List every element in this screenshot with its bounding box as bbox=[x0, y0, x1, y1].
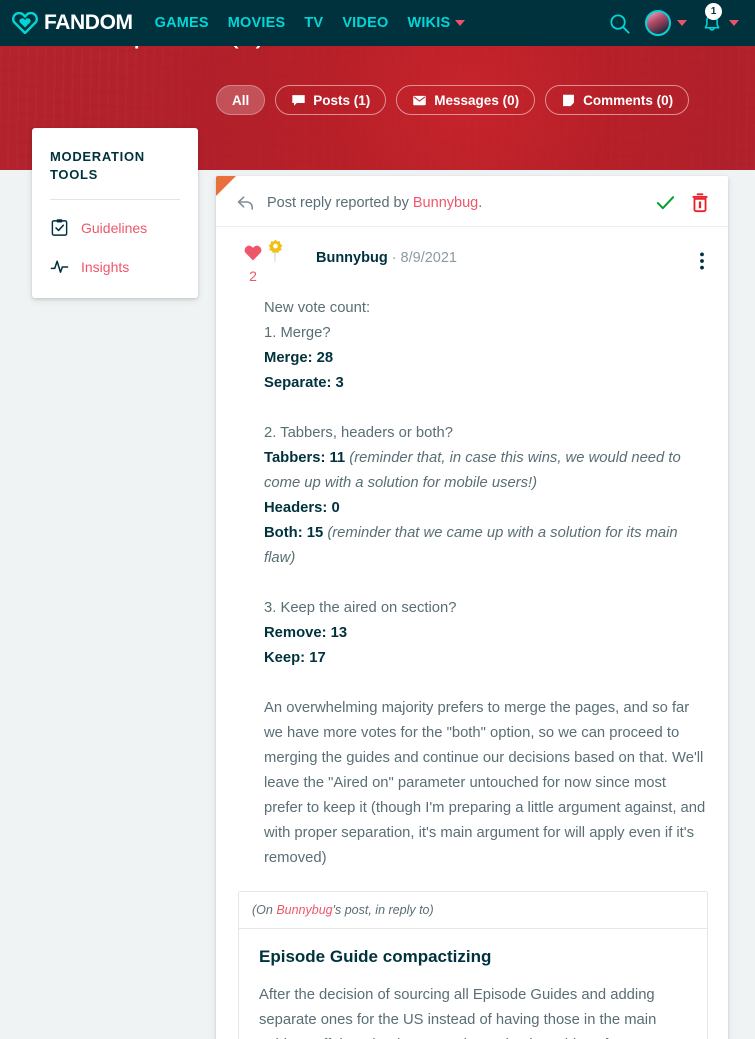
nav-link-wikis[interactable]: WIKIS bbox=[407, 15, 466, 31]
chevron-down-icon bbox=[677, 20, 687, 26]
filter-tab-comments[interactable]: Comments (0) bbox=[545, 85, 690, 115]
post-timestamp: 8/9/2021 bbox=[400, 250, 457, 266]
filter-tab-posts[interactable]: Posts (1) bbox=[275, 85, 387, 115]
upvote-group[interactable]: 2 bbox=[238, 243, 268, 284]
quoted-post-title[interactable]: Episode Guide compactizing bbox=[259, 947, 687, 967]
more-options-icon bbox=[700, 252, 704, 270]
sidebar-divider bbox=[50, 199, 180, 201]
post-line: 2. Tabbers, headers or both? bbox=[264, 425, 453, 441]
sidebar-item-insights-label: Insights bbox=[81, 258, 130, 275]
pulse-chart-icon bbox=[50, 260, 69, 274]
fandom-wordmark: FANDOM bbox=[44, 11, 133, 34]
fandom-heart-icon bbox=[12, 12, 38, 34]
nav-link-games-label: GAMES bbox=[154, 15, 209, 31]
user-avatar bbox=[645, 10, 671, 36]
reply-arrow-icon bbox=[237, 195, 253, 210]
filter-tab-posts-label: Posts (1) bbox=[313, 92, 371, 108]
quote-head-username[interactable]: Bunnybug bbox=[276, 903, 332, 917]
nav-link-wikis-label: WIKIS bbox=[407, 15, 451, 31]
chevron-down-icon bbox=[729, 20, 739, 26]
nav-links: GAMES MOVIES TV VIDEO WIKIS bbox=[155, 15, 466, 31]
post-line: Remove: 13 bbox=[264, 625, 348, 641]
moderation-tools-sidebar: MODERATION TOOLS Guidelines Insights bbox=[32, 128, 198, 299]
trash-icon bbox=[692, 193, 708, 213]
sidebar-title: MODERATION TOOLS bbox=[50, 149, 145, 182]
unreviewed-flag-icon bbox=[216, 176, 236, 196]
post-line: Keep: 17 bbox=[264, 650, 326, 666]
approve-button[interactable] bbox=[655, 192, 676, 213]
sidebar-item-guidelines[interactable]: Guidelines bbox=[50, 218, 180, 237]
post-line: Headers: 0 bbox=[264, 500, 340, 516]
author-avatar-wrapper[interactable] bbox=[268, 239, 306, 277]
quoted-post: (On Bunnybug's post, in reply to) Episod… bbox=[238, 891, 708, 1039]
sidebar-item-guidelines-label: Guidelines bbox=[81, 219, 148, 236]
report-actions bbox=[655, 192, 710, 213]
report-header-prefix: Post reply reported by bbox=[267, 194, 413, 211]
nav-link-movies-label: MOVIES bbox=[227, 15, 286, 31]
comment-icon bbox=[563, 94, 575, 106]
filter-tab-messages[interactable]: Messages (0) bbox=[396, 85, 536, 115]
quote-head-suffix: 's post, in reply to) bbox=[332, 903, 434, 917]
post-body: New vote count: 1. Merge? Merge: 28 Sepa… bbox=[216, 284, 728, 871]
chevron-down-icon bbox=[455, 20, 466, 26]
more-options-button[interactable] bbox=[700, 243, 710, 275]
post-author-row: 2 Bunnybug · 8/9/2021 bbox=[216, 227, 728, 284]
post-line-bold: Both: 15 bbox=[264, 525, 324, 541]
post-line: Tabbers: 11 (reminder that, in case this… bbox=[264, 446, 708, 496]
nav-link-movies[interactable]: MOVIES bbox=[228, 15, 286, 31]
nav-right-group: 1 bbox=[608, 2, 743, 36]
post-line: Merge: 28 bbox=[264, 350, 334, 366]
filter-tab-messages-label: Messages (0) bbox=[434, 92, 520, 108]
quoted-post-header: (On Bunnybug's post, in reply to) bbox=[239, 892, 707, 929]
quoted-post-text: After the decision of sourcing all Episo… bbox=[259, 987, 657, 1039]
filter-tab-all-label: All bbox=[232, 92, 250, 108]
quoted-post-body: Episode Guide compactizing After the dec… bbox=[239, 929, 707, 1039]
quote-head-prefix: (On bbox=[252, 903, 277, 917]
notification-count-badge: 1 bbox=[705, 2, 722, 20]
post-line: New vote count: bbox=[264, 300, 371, 316]
checkmark-icon bbox=[656, 196, 675, 210]
nav-link-video-label: VIDEO bbox=[342, 15, 389, 31]
post-line-bold: Tabbers: 11 bbox=[264, 450, 346, 466]
post-line: 3. Keep the aired on section? bbox=[264, 600, 457, 616]
fandom-logo[interactable]: FANDOM bbox=[12, 11, 133, 35]
report-filter-tabs: All Posts (1) Messages (0) Comments (0) bbox=[216, 85, 690, 115]
author-name[interactable]: Bunnybug bbox=[316, 250, 388, 266]
sidebar-item-insights[interactable]: Insights bbox=[50, 257, 180, 276]
report-header-username[interactable]: Bunnybug bbox=[413, 195, 478, 211]
notifications-menu[interactable]: 1 bbox=[701, 2, 739, 35]
post-line: Both: 15 (reminder that we came up with … bbox=[264, 521, 708, 571]
post-icon bbox=[292, 94, 305, 106]
post-line: An overwhelming majority prefers to merg… bbox=[264, 700, 706, 866]
reported-post-card: Post reply reported by Bunnybug. 2 Bunny… bbox=[216, 176, 728, 1039]
clipboard-check-icon bbox=[51, 219, 68, 236]
nav-link-tv-label: TV bbox=[304, 15, 324, 31]
global-navigation-bar: FANDOM GAMES MOVIES TV VIDEO WIKIS 1 bbox=[0, 0, 755, 46]
nav-link-video[interactable]: VIDEO bbox=[342, 15, 388, 31]
star-badge-icon bbox=[268, 239, 283, 254]
post-line-italic: (reminder that we came up with a solutio… bbox=[264, 525, 678, 566]
filter-tab-comments-label: Comments (0) bbox=[583, 92, 674, 108]
report-header: Post reply reported by Bunnybug. bbox=[216, 176, 728, 227]
user-avatar-menu[interactable] bbox=[645, 10, 687, 36]
nav-link-games[interactable]: GAMES bbox=[155, 15, 209, 31]
upvote-count: 2 bbox=[249, 268, 257, 284]
message-icon bbox=[413, 95, 427, 105]
report-header-text: Post reply reported by Bunnybug. bbox=[267, 195, 655, 211]
report-header-suffix: . bbox=[478, 194, 483, 211]
author-meta: Bunnybug · 8/9/2021 bbox=[316, 243, 457, 266]
nav-link-tv[interactable]: TV bbox=[304, 15, 323, 31]
post-line: Separate: 3 bbox=[264, 375, 344, 391]
heart-icon bbox=[244, 245, 262, 261]
search-icon[interactable] bbox=[608, 12, 631, 35]
meta-separator: · bbox=[391, 250, 397, 266]
post-line: 1. Merge? bbox=[264, 325, 331, 341]
delete-button[interactable] bbox=[690, 192, 710, 213]
page-root: FANDOM GAMES MOVIES TV VIDEO WIKIS 1 All… bbox=[0, 0, 755, 1039]
filter-tab-all[interactable]: All bbox=[216, 85, 266, 115]
